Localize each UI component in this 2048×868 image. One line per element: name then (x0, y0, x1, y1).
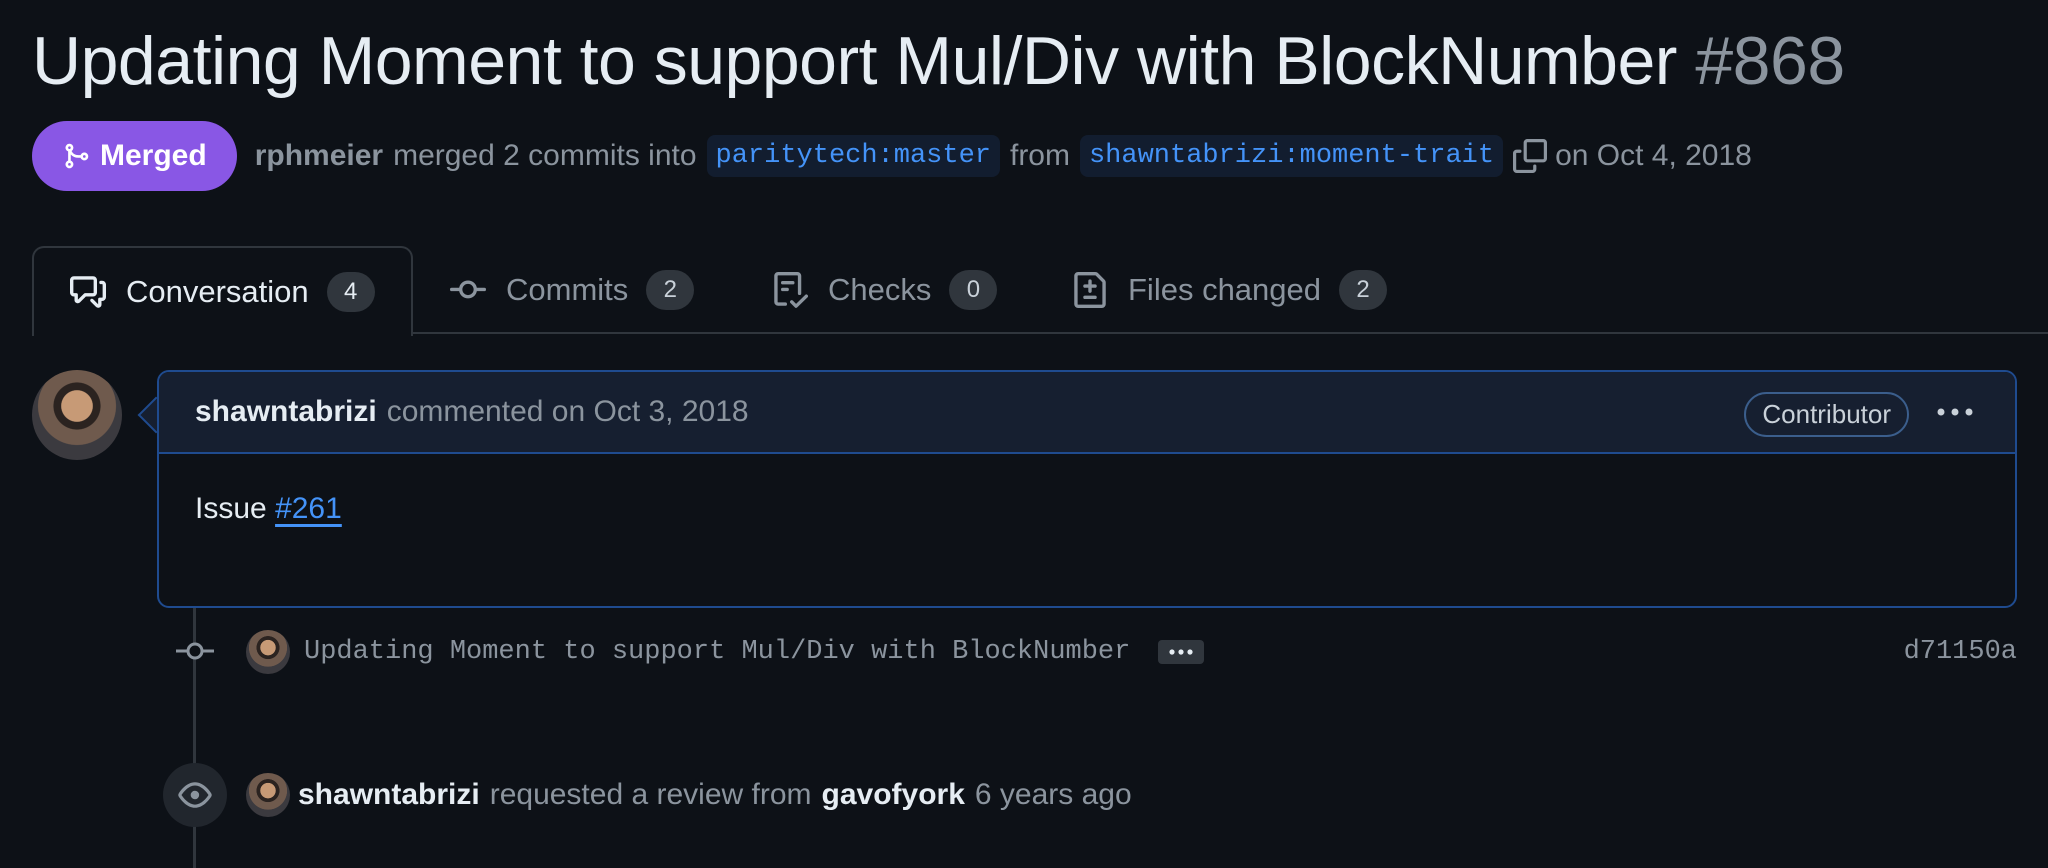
commit-author-avatar[interactable] (246, 630, 290, 674)
review-request-badge (163, 763, 227, 827)
merged-status-badge: Merged (32, 121, 237, 191)
comment-body: Issue #261 (159, 454, 2015, 564)
tab-checks[interactable]: Checks 0 (772, 246, 998, 334)
issue-link[interactable]: #261 (275, 492, 342, 525)
git-commit-icon (450, 280, 486, 299)
pr-title-text: Updating Moment to support Mul/Div with … (32, 23, 1677, 99)
tab-checks-label: Checks (828, 272, 932, 307)
pr-tabs: Conversation 4 Commits 2 Checks 0 Files … (32, 246, 2048, 336)
checklist-icon (774, 272, 808, 308)
copy-icon[interactable] (1513, 139, 1548, 173)
tab-conversation[interactable]: Conversation 4 (32, 246, 413, 336)
tab-files-changed-count: 2 (1339, 270, 1388, 310)
file-diff-icon (1074, 272, 1106, 308)
timeline-commit: Updating Moment to support Mul/Div with … (246, 628, 2017, 676)
tab-checks-count: 0 (949, 270, 998, 310)
merged-date: on Oct 4, 2018 (1555, 139, 1752, 172)
from-text: from (1009, 139, 1070, 172)
tab-commits-label: Commits (506, 272, 629, 307)
comment-header: shawntabrizi commented on Oct 3, 2018 Co… (159, 372, 2015, 454)
review-request-time[interactable]: 6 years ago (975, 778, 1132, 812)
pr-number: #868 (1695, 23, 1845, 99)
review-requester-avatar[interactable] (246, 773, 290, 817)
reviewer[interactable]: gavofyork (822, 778, 965, 812)
git-commit-icon (176, 642, 214, 660)
merged-by-user[interactable]: rphmeier (255, 139, 383, 173)
kebab-horizontal-icon[interactable] (1935, 402, 1975, 422)
commit-expand-button[interactable] (1158, 640, 1205, 664)
comment-meta[interactable]: commented on Oct 3, 2018 (387, 395, 749, 429)
merged-text: merged 2 commits into (393, 139, 697, 172)
pr-title: Updating Moment to support Mul/Div with … (32, 18, 1845, 104)
comment-author[interactable]: shawntabrizi (195, 395, 377, 429)
tab-conversation-label: Conversation (126, 274, 309, 309)
review-request-text: requested a review from (489, 778, 812, 811)
review-requester[interactable]: shawntabrizi (298, 778, 480, 812)
commit-sha[interactable]: d71150a (1904, 637, 2017, 667)
merged-status-label: Merged (100, 139, 207, 172)
pr-meta: Merged rphmeier merged 2 commits into pa… (32, 120, 1752, 192)
tab-commits[interactable]: Commits 2 (450, 246, 695, 334)
base-branch[interactable]: paritytech:master (706, 135, 1000, 177)
comment-discussion-icon (70, 276, 106, 308)
head-branch[interactable]: shawntabrizi:moment-trait (1079, 135, 1504, 177)
comment-box: shawntabrizi commented on Oct 3, 2018 Co… (157, 370, 2017, 608)
commit-message[interactable]: Updating Moment to support Mul/Div with … (304, 637, 1130, 667)
tab-conversation-count: 4 (326, 272, 375, 312)
comment-author-avatar[interactable] (32, 370, 122, 460)
tab-commits-count: 2 (646, 270, 695, 310)
ellipsis-icon (1169, 649, 1193, 655)
timeline-review-request: shawntabrizi requested a review from gav… (246, 770, 1132, 820)
comment-body-text: Issue (195, 492, 267, 525)
tab-files-changed[interactable]: Files changed 2 (1072, 246, 1388, 334)
eye-icon (178, 782, 212, 808)
git-merge-icon (65, 143, 89, 169)
contributor-badge: Contributor (1744, 392, 1909, 437)
tab-files-changed-label: Files changed (1128, 272, 1322, 307)
